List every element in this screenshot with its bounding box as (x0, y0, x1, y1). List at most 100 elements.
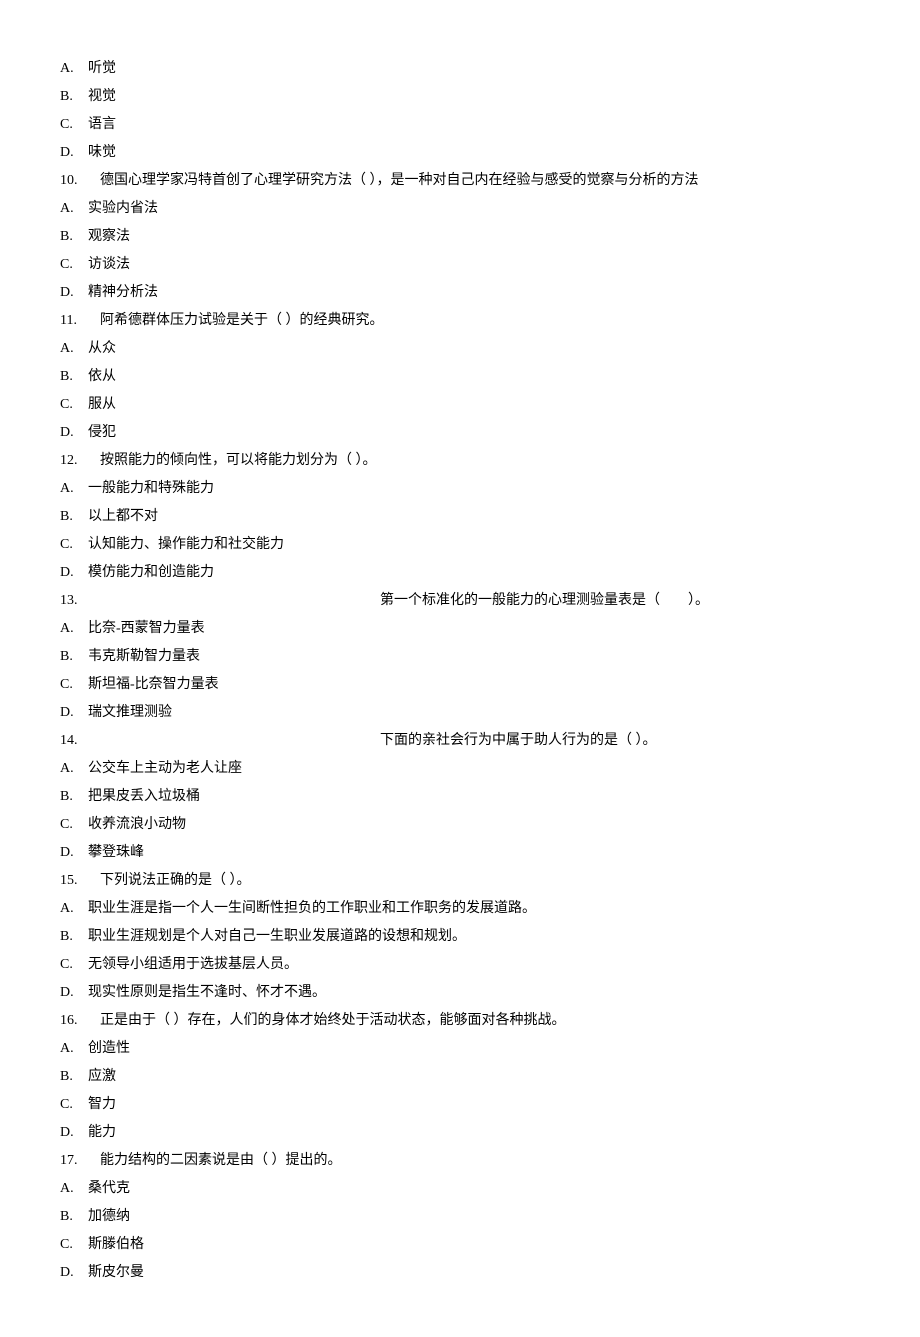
option-line: D.瑞文推理测验 (60, 699, 860, 727)
question-number: 16. (60, 1007, 100, 1035)
option-line: C.智力 (60, 1091, 860, 1119)
option-label: B. (60, 923, 88, 951)
option-text: 比奈-西蒙智力量表 (88, 621, 205, 636)
option-label: C. (60, 251, 88, 279)
option-line: D.现实性原则是指生不逢时、怀才不遇。 (60, 979, 860, 1007)
option-text: 一般能力和特殊能力 (88, 481, 214, 496)
option-text: 语言 (88, 117, 116, 132)
question-number: 15. (60, 867, 100, 895)
question-number: 10. (60, 167, 100, 195)
option-label: A. (60, 895, 88, 923)
option-label: D. (60, 419, 88, 447)
option-line: A.一般能力和特殊能力 (60, 475, 860, 503)
option-label: C. (60, 111, 88, 139)
option-text: 精神分析法 (88, 285, 158, 300)
option-label: B. (60, 223, 88, 251)
option-text: 职业生涯是指一个人一生间断性担负的工作职业和工作职务的发展道路。 (88, 901, 536, 916)
question-line: 12.按照能力的倾向性，可以将能力划分为（ ）。 (60, 447, 860, 475)
option-label: A. (60, 1175, 88, 1203)
option-line: B.以上都不对 (60, 503, 860, 531)
option-text: 能力 (88, 1125, 116, 1140)
option-line: B.加德纳 (60, 1203, 860, 1231)
question-line: 11.阿希德群体压力试验是关于（ ）的经典研究。 (60, 307, 860, 335)
option-line: C.无领导小组适用于选拔基层人员。 (60, 951, 860, 979)
option-label: D. (60, 1119, 88, 1147)
question-text: 下面的亲社会行为中属于助人行为的是（ ）。 (100, 727, 860, 755)
option-label: B. (60, 83, 88, 111)
option-line: A.听觉 (60, 55, 860, 83)
option-label: B. (60, 1203, 88, 1231)
option-label: A. (60, 755, 88, 783)
option-line: B.韦克斯勒智力量表 (60, 643, 860, 671)
option-text: 味觉 (88, 145, 116, 160)
option-text: 创造性 (88, 1041, 130, 1056)
option-text: 听觉 (88, 61, 116, 76)
option-line: B.视觉 (60, 83, 860, 111)
option-text: 以上都不对 (88, 509, 158, 524)
option-text: 桑代克 (88, 1181, 130, 1196)
question-text: 按照能力的倾向性，可以将能力划分为（ ）。 (100, 453, 377, 468)
option-text: 攀登珠峰 (88, 845, 144, 860)
question-line: 14.下面的亲社会行为中属于助人行为的是（ ）。 (60, 727, 860, 755)
option-text: 职业生涯规划是个人对自己一生职业发展道路的设想和规划。 (88, 929, 466, 944)
option-text: 韦克斯勒智力量表 (88, 649, 200, 664)
option-text: 模仿能力和创造能力 (88, 565, 214, 580)
option-text: 视觉 (88, 89, 116, 104)
option-label: D. (60, 699, 88, 727)
option-text: 观察法 (88, 229, 130, 244)
option-line: D.能力 (60, 1119, 860, 1147)
question-text: 德国心理学家冯特首创了心理学研究方法（ ），是一种对自己内在经验与感受的觉察与分… (100, 173, 699, 188)
option-text: 无领导小组适用于选拔基层人员。 (88, 957, 298, 972)
option-line: A.实验内省法 (60, 195, 860, 223)
option-line: D.侵犯 (60, 419, 860, 447)
option-label: D. (60, 979, 88, 1007)
option-label: A. (60, 195, 88, 223)
option-label: C. (60, 671, 88, 699)
option-text: 现实性原则是指生不逢时、怀才不遇。 (88, 985, 326, 1000)
option-line: C.语言 (60, 111, 860, 139)
question-text: 能力结构的二因素说是由（ ）提出的。 (100, 1153, 342, 1168)
option-line: D.精神分析法 (60, 279, 860, 307)
option-label: C. (60, 1231, 88, 1259)
option-label: D. (60, 839, 88, 867)
option-line: A.创造性 (60, 1035, 860, 1063)
question-number: 12. (60, 447, 100, 475)
option-label: A. (60, 475, 88, 503)
option-text: 服从 (88, 397, 116, 412)
option-label: A. (60, 55, 88, 83)
option-label: B. (60, 503, 88, 531)
option-text: 认知能力、操作能力和社交能力 (88, 537, 284, 552)
option-text: 斯坦福-比奈智力量表 (88, 677, 219, 692)
document-content: A.听觉B.视觉C.语言D.味觉10.德国心理学家冯特首创了心理学研究方法（ ）… (60, 55, 860, 1287)
question-line: 17.能力结构的二因素说是由（ ）提出的。 (60, 1147, 860, 1175)
option-label: D. (60, 139, 88, 167)
option-label: B. (60, 363, 88, 391)
option-label: C. (60, 531, 88, 559)
question-line: 15.下列说法正确的是（ ）。 (60, 867, 860, 895)
option-line: C.斯滕伯格 (60, 1231, 860, 1259)
option-label: C. (60, 391, 88, 419)
option-text: 智力 (88, 1097, 116, 1112)
option-text: 访谈法 (88, 257, 130, 272)
option-line: D.模仿能力和创造能力 (60, 559, 860, 587)
option-line: D.味觉 (60, 139, 860, 167)
question-number: 17. (60, 1147, 100, 1175)
option-line: B.职业生涯规划是个人对自己一生职业发展道路的设想和规划。 (60, 923, 860, 951)
question-number: 11. (60, 307, 100, 335)
option-label: C. (60, 1091, 88, 1119)
option-label: C. (60, 811, 88, 839)
option-label: B. (60, 783, 88, 811)
option-text: 实验内省法 (88, 201, 158, 216)
option-text: 依从 (88, 369, 116, 384)
option-text: 应激 (88, 1069, 116, 1084)
option-text: 加德纳 (88, 1209, 130, 1224)
question-text: 下列说法正确的是（ ）。 (100, 873, 251, 888)
option-line: C.收养流浪小动物 (60, 811, 860, 839)
question-line: 13.第一个标准化的一般能力的心理测验量表是（ ）。 (60, 587, 860, 615)
option-text: 侵犯 (88, 425, 116, 440)
option-label: B. (60, 643, 88, 671)
option-text: 斯皮尔曼 (88, 1265, 144, 1280)
option-label: D. (60, 559, 88, 587)
option-label: A. (60, 1035, 88, 1063)
option-line: A.桑代克 (60, 1175, 860, 1203)
